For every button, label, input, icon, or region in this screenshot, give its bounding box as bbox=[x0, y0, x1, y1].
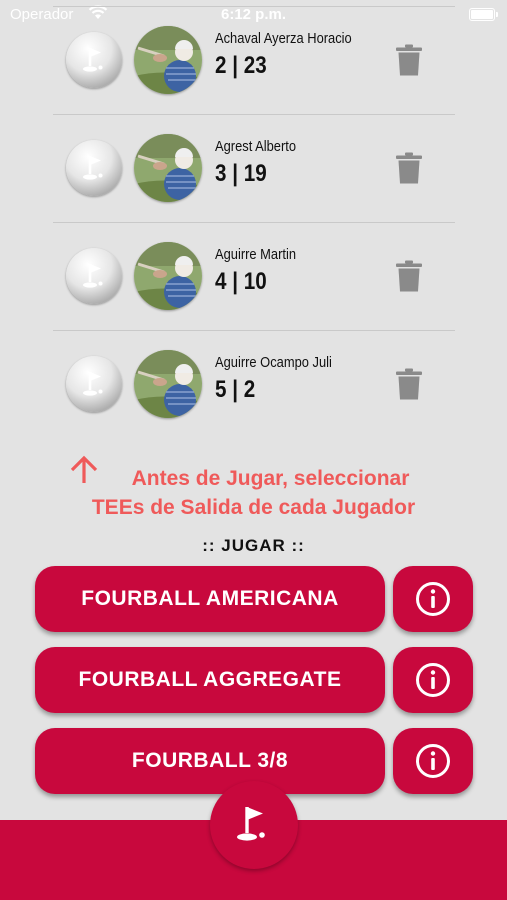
delete-player-button[interactable] bbox=[396, 44, 422, 76]
tee-select-button[interactable] bbox=[66, 356, 122, 412]
player-row[interactable]: Aguirre Martin 4 | 10 bbox=[0, 224, 507, 332]
tee-select-button[interactable] bbox=[66, 32, 122, 88]
player-avatar bbox=[134, 242, 202, 310]
fourball-americana-info-button[interactable] bbox=[393, 566, 473, 632]
tee-select-button[interactable] bbox=[66, 140, 122, 196]
player-name: Aguirre Martin bbox=[215, 246, 297, 263]
golf-flag-icon bbox=[83, 264, 103, 288]
home-golf-button[interactable] bbox=[210, 781, 298, 869]
player-score: 3 | 19 bbox=[215, 160, 267, 187]
trash-icon bbox=[396, 260, 422, 292]
divider bbox=[53, 330, 455, 331]
player-row[interactable]: Aguirre Ocampo Juli 5 | 2 bbox=[0, 332, 507, 440]
fourball-americana-button[interactable]: FOURBALL AMERICANA bbox=[35, 566, 385, 632]
info-icon bbox=[416, 582, 450, 616]
golf-flag-icon bbox=[237, 807, 265, 841]
trash-icon bbox=[396, 368, 422, 400]
warning-line-2: TEEs de Salida de cada Jugador bbox=[91, 496, 416, 519]
warning-line-1: Antes de Jugar, seleccionar bbox=[131, 467, 410, 490]
fourball-aggregate-info-button[interactable] bbox=[393, 647, 473, 713]
tee-select-button[interactable] bbox=[66, 248, 122, 304]
delete-player-button[interactable] bbox=[396, 152, 422, 184]
fourball-aggregate-button[interactable]: FOURBALL AGGREGATE bbox=[35, 647, 385, 713]
player-name: Aguirre Ocampo Juli bbox=[215, 354, 332, 371]
divider bbox=[53, 114, 455, 115]
player-name: Agrest Alberto bbox=[215, 138, 297, 155]
divider bbox=[53, 222, 455, 223]
golf-flag-icon bbox=[83, 48, 103, 72]
delete-player-button[interactable] bbox=[396, 368, 422, 400]
fourball-3-8-button[interactable]: FOURBALL 3/8 bbox=[35, 728, 385, 794]
info-icon bbox=[416, 663, 450, 697]
player-score: 4 | 10 bbox=[215, 268, 267, 295]
player-row[interactable]: Achaval Ayerza Horacio 2 | 23 bbox=[0, 8, 507, 116]
player-row[interactable]: Agrest Alberto 3 | 19 bbox=[0, 116, 507, 224]
divider bbox=[53, 6, 455, 7]
golf-flag-icon bbox=[83, 156, 103, 180]
delete-player-button[interactable] bbox=[396, 260, 422, 292]
player-avatar bbox=[134, 350, 202, 418]
player-avatar bbox=[134, 134, 202, 202]
player-avatar bbox=[134, 26, 202, 94]
trash-icon bbox=[396, 152, 422, 184]
golf-flag-icon bbox=[83, 372, 103, 396]
trash-icon bbox=[396, 44, 422, 76]
fourball-3-8-info-button[interactable] bbox=[393, 728, 473, 794]
info-icon bbox=[416, 744, 450, 778]
player-score: 2 | 23 bbox=[215, 52, 267, 79]
play-heading: :: JUGAR :: bbox=[202, 536, 305, 555]
player-name: Achaval Ayerza Horacio bbox=[215, 30, 352, 47]
player-score: 5 | 2 bbox=[215, 376, 256, 403]
